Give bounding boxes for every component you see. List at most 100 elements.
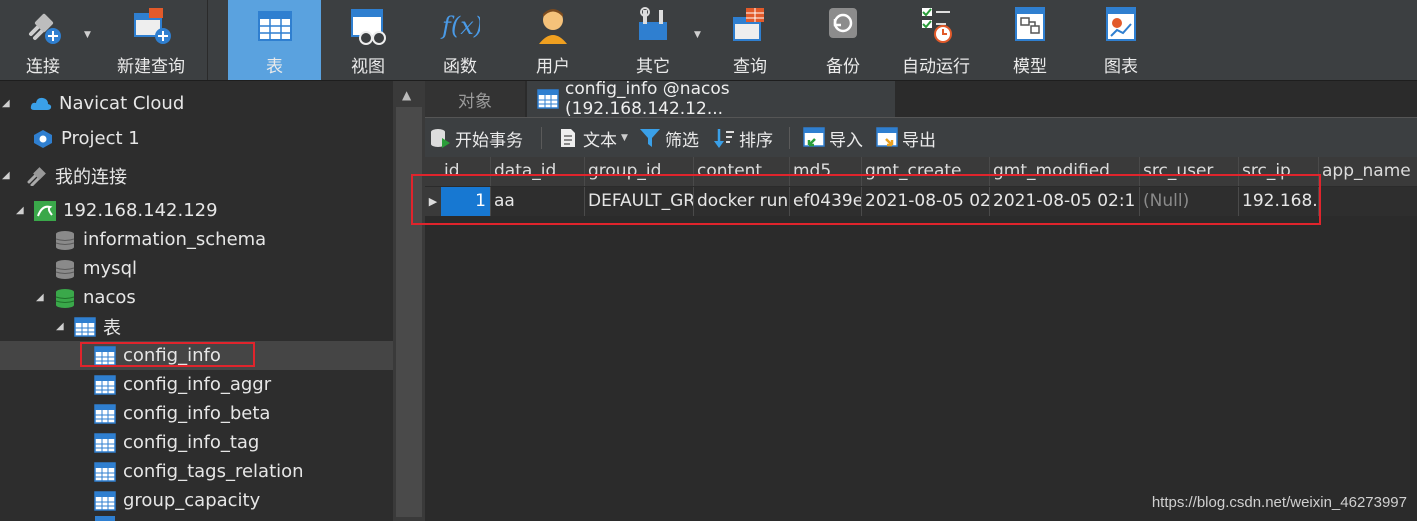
tree-item-navicat-cloud[interactable]: ◢ Navicat Cloud: [0, 89, 393, 118]
tab-bar: 对象 config_info @nacos (192.168.142.12...: [425, 79, 1417, 119]
navigation-tree: ◢ Navicat Cloud Project 1 ◢ 我的连接 ◢ 192.1…: [0, 81, 393, 521]
user-icon: [539, 9, 567, 44]
transaction-icon: [431, 129, 450, 148]
function-glyph: f(x): [440, 12, 480, 40]
tree-label-host: 192.168.142.129: [63, 200, 218, 221]
collapse-arrow-icon[interactable]: ◢: [56, 321, 68, 332]
text-label: 文本: [583, 130, 617, 151]
tree-item-information-schema[interactable]: information_schema: [0, 225, 393, 254]
begin-transaction-button[interactable]: 开始事务: [429, 118, 523, 158]
cell-app-name[interactable]: [1319, 187, 1417, 216]
begin-transaction-label: 开始事务: [455, 130, 523, 151]
filter-label: 筛选: [665, 130, 699, 151]
text-dropdown-icon[interactable]: ▼: [621, 133, 628, 143]
tree-label-project: Project 1: [61, 128, 140, 149]
filter-button[interactable]: 筛选: [639, 118, 699, 158]
query-button[interactable]: 查询: [705, 0, 795, 80]
data-grid: id data_id group_id content md5 gmt_crea…: [411, 157, 1417, 521]
model-label: 模型: [1013, 57, 1047, 77]
table-toolbar: 开始事务 文本 ▼ 筛选 排序 导入 导出: [425, 117, 1417, 158]
database-open-icon: [55, 288, 75, 308]
tree-item-table[interactable]: config_info_aggr: [0, 370, 393, 399]
tree-item-nacos[interactable]: ◢ nacos: [0, 283, 393, 312]
view-label: 视图: [351, 57, 385, 77]
new-query-icon: [134, 8, 171, 44]
column-header[interactable]: app_name: [1319, 157, 1417, 186]
other-dropdown-icon[interactable]: ▼: [694, 30, 701, 40]
toolbar-divider: [789, 127, 790, 149]
automation-label: 自动运行: [902, 57, 970, 77]
tree-item-tables-folder[interactable]: ◢ 表: [0, 312, 393, 341]
tree-item-mysql[interactable]: mysql: [0, 254, 393, 283]
tree-label-navicat-cloud: Navicat Cloud: [59, 93, 185, 114]
view-button[interactable]: 视图: [323, 0, 413, 80]
table-icon: [94, 432, 116, 453]
user-button[interactable]: 用户: [507, 0, 599, 80]
export-label: 导出: [902, 130, 936, 151]
database-icon: [55, 230, 75, 250]
function-button[interactable]: f(x) 函数: [415, 0, 505, 80]
table-label: 表: [266, 57, 283, 77]
connect-button[interactable]: 连接: [0, 0, 86, 80]
tree-item-my-connections[interactable]: ◢ 我的连接: [0, 161, 393, 190]
table-icon: [94, 374, 116, 395]
tree-item-host[interactable]: ◢ 192.168.142.129: [0, 196, 393, 225]
tab-config-info[interactable]: config_info @nacos (192.168.142.12...: [527, 79, 895, 119]
model-button[interactable]: 模型: [988, 0, 1072, 80]
connection-group-icon: [27, 166, 46, 186]
sort-icon: [714, 129, 734, 148]
backup-button[interactable]: 备份: [800, 0, 886, 80]
collapse-arrow-icon[interactable]: ◢: [16, 205, 28, 216]
tab-objects[interactable]: 对象: [425, 81, 525, 117]
tab-objects-label: 对象: [458, 91, 492, 112]
tree-scrollbar[interactable]: ▲: [393, 81, 425, 521]
tree-item-project[interactable]: Project 1: [0, 124, 393, 153]
import-icon: [803, 127, 825, 147]
import-button[interactable]: 导入: [803, 118, 863, 158]
scrollbar-thumb[interactable]: [396, 107, 422, 517]
tree-item-table[interactable]: config_info_tag: [0, 428, 393, 457]
sort-button[interactable]: 排序: [713, 118, 773, 158]
collapse-arrow-icon[interactable]: ◢: [2, 170, 14, 181]
table-icon: [257, 11, 292, 41]
tree-label-nacos: nacos: [83, 287, 136, 308]
connect-dropdown-icon[interactable]: ▼: [84, 30, 91, 40]
user-label: 用户: [536, 57, 570, 77]
tree-item-table[interactable]: config_tags_relation: [0, 457, 393, 486]
watermark-text: https://blog.csdn.net/weixin_46273997: [1151, 494, 1407, 511]
tree-label-table: config_info_tag: [123, 432, 260, 453]
table-folder-icon: [74, 316, 96, 337]
tree-item-table[interactable]: group_capacity: [0, 486, 393, 515]
tree-label-my-connections: 我的连接: [55, 166, 127, 188]
export-icon: [876, 127, 898, 147]
table-button[interactable]: 表: [228, 0, 321, 80]
scroll-up-icon[interactable]: ▲: [402, 88, 411, 102]
export-button[interactable]: 导出: [876, 118, 936, 158]
query-icon: [733, 8, 764, 41]
other-button[interactable]: 其它: [608, 0, 698, 80]
highlight-box: [80, 342, 255, 367]
filter-icon: [640, 129, 660, 147]
cloud-icon: [30, 97, 52, 110]
view-icon: [351, 9, 386, 45]
backup-icon: [829, 8, 857, 38]
new-query-button[interactable]: 新建查询: [96, 0, 206, 80]
collapse-arrow-icon[interactable]: ◢: [36, 292, 48, 303]
tree-label-table: config_info_aggr: [123, 374, 272, 395]
tree-label-tables-folder: 表: [103, 317, 121, 339]
collapse-arrow-icon[interactable]: ◢: [2, 98, 14, 109]
tree-item-table[interactable]: config_info_beta: [0, 399, 393, 428]
toolbar-divider: [207, 0, 208, 80]
chart-label: 图表: [1104, 57, 1138, 77]
database-icon: [55, 259, 75, 279]
toolbar-divider: [541, 127, 542, 149]
document-icon: [561, 129, 575, 147]
chart-button[interactable]: 图表: [1076, 0, 1166, 80]
tree-label-mysql: mysql: [83, 258, 137, 279]
table-icon: [94, 403, 116, 424]
text-button[interactable]: 文本 ▼: [557, 118, 628, 158]
automation-button[interactable]: 自动运行: [888, 0, 984, 80]
tools-icon: [639, 7, 667, 40]
tree-label-information-schema: information_schema: [83, 229, 267, 250]
plug-icon: [29, 13, 61, 44]
